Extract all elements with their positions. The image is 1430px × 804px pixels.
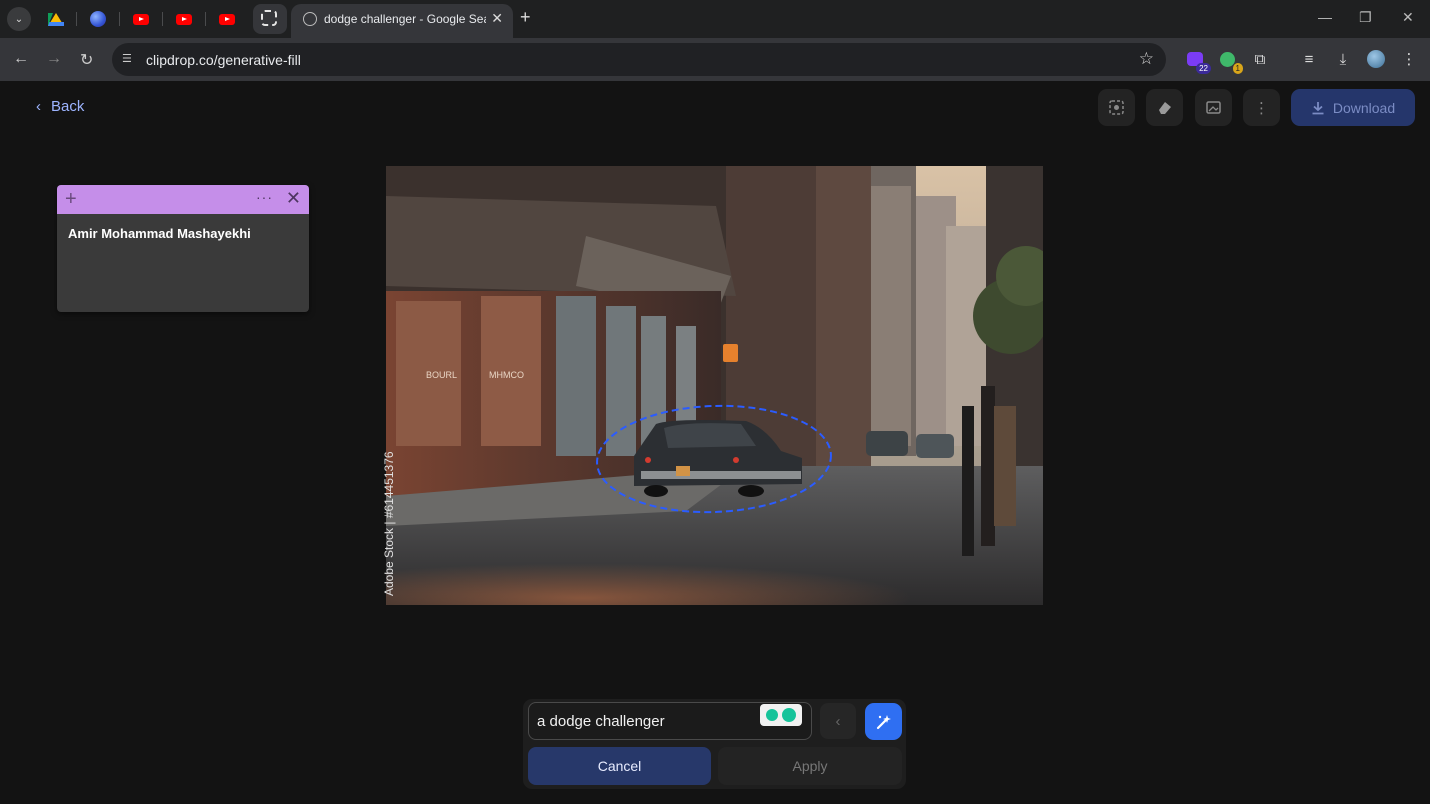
forward-arrow-button[interactable]: → <box>46 50 62 68</box>
back-label: Back <box>51 98 85 115</box>
tab-close-icon[interactable]: ✕ <box>491 10 503 27</box>
youtube-icon <box>133 13 149 25</box>
download-button[interactable]: Download <box>1291 89 1415 126</box>
image-edit-tool-button[interactable] <box>1195 89 1232 126</box>
extension-green-icon[interactable]: 1 <box>1217 49 1243 74</box>
pinned-tab-youtube-3[interactable] <box>212 7 242 31</box>
image-edit-icon <box>1206 101 1221 114</box>
site-info-icon[interactable]: ☰ <box>122 52 136 66</box>
sticky-note-header: + ··· ✕ <box>57 185 309 214</box>
extension-badge: 22 <box>1196 63 1211 74</box>
download-label: Download <box>1332 99 1396 116</box>
more-options-button[interactable]: ⋮ <box>1243 89 1280 126</box>
grammarly-widget[interactable] <box>760 704 802 726</box>
cancel-button[interactable]: Cancel <box>528 747 711 785</box>
eraser-tool-button[interactable] <box>1146 89 1183 126</box>
close-window-button[interactable]: ✕ <box>1402 9 1414 26</box>
browser-menu-icon[interactable]: ⋮ <box>1399 49 1419 69</box>
back-link[interactable]: ‹ Back <box>36 98 84 115</box>
grammarly-icon <box>782 708 796 722</box>
apply-button[interactable]: Apply <box>718 747 902 785</box>
tab-separator <box>119 12 120 26</box>
eraser-icon <box>1159 102 1171 114</box>
extension-badge: 1 <box>1232 63 1243 74</box>
restore-button[interactable]: ❐ <box>1359 9 1372 26</box>
pinned-tab-globe[interactable] <box>83 7 113 31</box>
pinned-tab-youtube-1[interactable] <box>126 7 156 31</box>
toolbar: ← → ↻ ☰ clipdrop.co/generative-fill ☆ 22… <box>0 38 1430 81</box>
tab-separator <box>76 12 77 26</box>
extensions-puzzle-icon[interactable]: ⧉ <box>1250 49 1270 69</box>
previous-result-button[interactable]: ‹ <box>820 703 856 739</box>
address-bar[interactable]: ☰ clipdrop.co/generative-fill ☆ <box>112 43 1166 76</box>
tab-bar: ⌄ dodge challenger - Google Sea ✕ + — ❐ … <box>0 0 1430 38</box>
tab-search-button[interactable]: ⌄ <box>7 7 31 31</box>
select-tool-button[interactable] <box>1098 89 1135 126</box>
grammarly-status-icon <box>766 709 778 721</box>
image-canvas[interactable]: BOURL MHMCO <box>386 166 1043 605</box>
bookmark-star-icon[interactable]: ☆ <box>1139 49 1154 69</box>
tab-separator <box>162 12 163 26</box>
more-horizontal-icon[interactable]: ··· <box>256 189 273 205</box>
url-text[interactable]: clipdrop.co/generative-fill <box>146 52 301 68</box>
add-note-icon[interactable]: + <box>65 188 77 211</box>
media-control-icon[interactable]: ≡ <box>1299 49 1319 69</box>
pinned-tab-clipdrop[interactable] <box>253 4 287 34</box>
tab-active[interactable]: dodge challenger - Google Sea ✕ <box>291 4 513 38</box>
shop-sign: BOURL <box>426 370 457 380</box>
download-icon <box>1312 101 1324 114</box>
sticky-note[interactable]: + ··· ✕ Amir Mohammad Mashayekhi <box>57 185 309 312</box>
profile-avatar[interactable] <box>1366 49 1386 69</box>
sticky-note-text[interactable]: Amir Mohammad Mashayekhi <box>68 226 251 241</box>
reload-button[interactable]: ↻ <box>80 50 93 70</box>
close-icon[interactable]: ✕ <box>286 188 301 209</box>
street-photo: BOURL MHMCO <box>386 166 1043 605</box>
pinned-tab-google-drive[interactable] <box>41 7 71 31</box>
google-icon <box>303 12 317 26</box>
chevron-left-icon: ‹ <box>36 98 41 115</box>
chevron-left-icon: ‹ <box>835 712 841 730</box>
youtube-icon <box>176 13 192 25</box>
tab-separator <box>205 12 206 26</box>
more-vertical-icon: ⋮ <box>1254 99 1269 117</box>
minimize-button[interactable]: — <box>1318 9 1332 25</box>
magic-wand-icon <box>876 714 891 729</box>
globe-icon <box>90 11 106 27</box>
youtube-icon <box>219 13 235 25</box>
select-region-icon <box>1109 100 1124 115</box>
stock-watermark: Adobe Stock | #614451376 <box>382 451 396 596</box>
generate-button[interactable] <box>865 703 902 740</box>
pinned-tab-youtube-2[interactable] <box>169 7 199 31</box>
google-drive-icon <box>48 12 64 26</box>
tab-title: dodge challenger - Google Sea <box>324 12 486 26</box>
downloads-icon[interactable]: ⤓ <box>1333 49 1353 69</box>
clipdrop-icon <box>261 10 277 26</box>
extension-purple-icon[interactable]: 22 <box>1185 49 1211 74</box>
new-tab-button[interactable]: + <box>520 7 531 28</box>
shop-sign: MHMCO <box>489 370 524 380</box>
back-arrow-button[interactable]: ← <box>13 50 29 68</box>
